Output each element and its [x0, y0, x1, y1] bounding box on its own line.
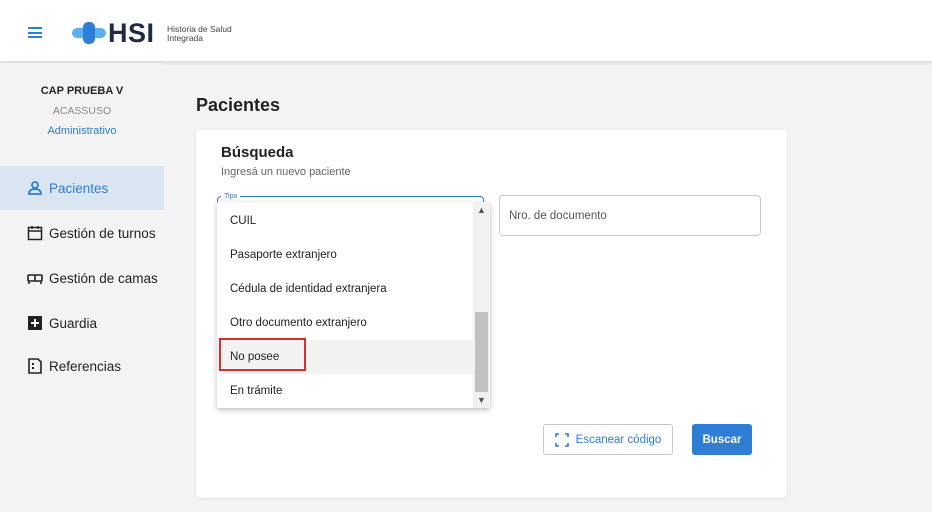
scrollbar-thumb[interactable]	[475, 312, 488, 392]
person-icon	[28, 181, 42, 195]
menu-icon[interactable]	[28, 27, 42, 38]
dropdown-option[interactable]: CUIL	[217, 204, 473, 238]
calendar-icon	[27, 226, 43, 241]
logo-text: HSI	[108, 18, 155, 48]
card-title: Búsqueda	[221, 144, 294, 161]
sidebar-item-label: Referencias	[49, 358, 122, 374]
scan-code-button[interactable]: Escanear código	[543, 424, 673, 455]
card-subtitle: Ingresá un nuevo paciente	[221, 166, 351, 178]
sidebar-item-label: Guardia	[49, 315, 98, 331]
sidebar-item-label: Gestión de camas	[49, 270, 158, 286]
sidebar-item-referencias[interactable]: Referencias	[0, 344, 164, 388]
user-role[interactable]: Administrativo	[0, 125, 164, 137]
tipo-dropdown-panel[interactable]: CUIL Pasaporte extranjero Cédula de iden…	[217, 202, 490, 408]
logo-subtitle-line2: Integrada	[167, 33, 203, 43]
bed-icon	[27, 274, 43, 284]
document-number-input[interactable]	[509, 209, 739, 222]
logo-subtitle: Historia de Salud Integrada	[167, 25, 232, 43]
institution-name: CAP PRUEBA V	[40, 85, 124, 97]
dropdown-option[interactable]: Otro documento extranjero	[217, 306, 473, 340]
dropdown-option[interactable]: Pasaporte extranjero	[217, 238, 473, 272]
sidebar-item-turnos[interactable]: Gestión de turnos	[0, 211, 164, 255]
scan-code-label: Escanear código	[575, 433, 662, 446]
scroll-down-icon[interactable]: ▼	[475, 394, 488, 406]
sidebar-item-label: Gestión de turnos	[49, 225, 156, 241]
institution-location: ACASSUSO	[52, 105, 112, 117]
scan-icon	[554, 432, 569, 447]
page-title: Pacientes	[196, 95, 281, 115]
document-icon	[28, 358, 42, 374]
sidebar-item-camas[interactable]: Gestión de camas	[0, 256, 164, 300]
sidebar: CAP PRUEBA V ACASSUSO Administrativo Pac…	[0, 63, 164, 512]
sidebar-item-pacientes[interactable]: Pacientes	[0, 166, 164, 210]
dropdown-option-highlighted[interactable]: No posee	[217, 340, 473, 374]
search-button[interactable]: Buscar	[692, 424, 752, 455]
dropdown-option[interactable]: En trámite	[217, 374, 473, 408]
document-number-field[interactable]	[499, 195, 761, 236]
dropdown-option[interactable]: Cédula de identidad extranjera	[217, 272, 473, 306]
plus-square-icon	[28, 316, 42, 330]
tipo-select-label: Tipo	[221, 193, 241, 200]
logo-cross-icon	[72, 22, 106, 44]
scroll-up-icon[interactable]: ▲	[475, 204, 488, 216]
sidebar-item-label: Pacientes	[49, 180, 109, 196]
sidebar-item-guardia[interactable]: Guardia	[0, 301, 164, 345]
top-bar: HSI Historia de Salud Integrada	[0, 0, 932, 62]
